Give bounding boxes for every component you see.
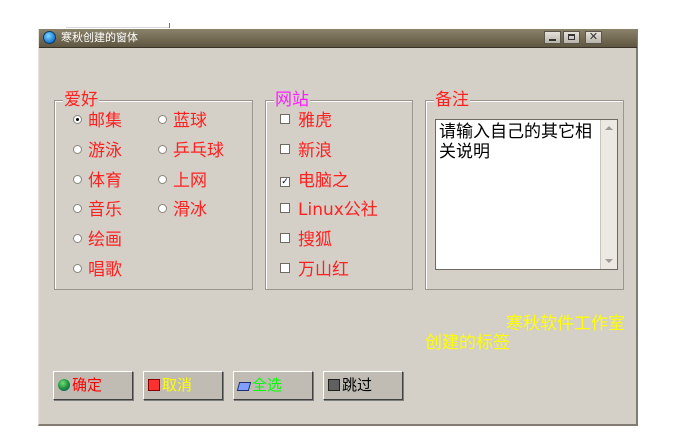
radio-label: 音乐 bbox=[88, 200, 122, 220]
minimize-button[interactable] bbox=[544, 31, 561, 44]
globe-icon bbox=[58, 379, 70, 391]
radio-icon bbox=[158, 175, 167, 184]
title-bar[interactable]: 寒秋创建的窗体 ✕ bbox=[39, 29, 637, 48]
checkbox-site-sohu[interactable]: 搜狐 bbox=[280, 230, 332, 250]
checkbox-icon bbox=[280, 233, 290, 243]
minimize-icon bbox=[549, 39, 556, 41]
select-all-label: 全选 bbox=[252, 376, 283, 394]
radio-hobby-sports[interactable]: 体育 bbox=[73, 171, 122, 191]
website-group-label: 网站 bbox=[274, 90, 310, 110]
card-icon bbox=[236, 382, 252, 391]
scroll-down-icon[interactable] bbox=[605, 259, 613, 263]
checkbox-label: 搜狐 bbox=[298, 230, 332, 250]
radio-hobby-swim[interactable]: 游泳 bbox=[73, 141, 122, 161]
radio-hobby-painting[interactable]: 绘画 bbox=[73, 230, 122, 250]
maximize-button[interactable] bbox=[563, 31, 580, 44]
radio-hobby-pingpong[interactable]: 乒乓球 bbox=[158, 141, 224, 161]
checkbox-site-wanshanhong[interactable]: 万山红 bbox=[280, 260, 349, 280]
skip-button[interactable]: 跳过 bbox=[323, 371, 403, 400]
radio-label: 游泳 bbox=[88, 141, 122, 161]
radio-icon bbox=[73, 264, 82, 273]
checkbox-site-pc[interactable]: ✓ 电脑之 bbox=[280, 171, 349, 191]
checkbox-label: 万山红 bbox=[298, 260, 349, 280]
studio-label: 寒秋软件工作室 创建的标签 bbox=[425, 315, 625, 353]
radio-hobby-singing[interactable]: 唱歌 bbox=[73, 260, 122, 280]
radio-label: 体育 bbox=[88, 171, 122, 191]
radio-hobby-music[interactable]: 音乐 bbox=[73, 200, 122, 220]
note-text: 请输入自己的其它相关说明 bbox=[439, 122, 592, 162]
cancel-label: 取消 bbox=[162, 376, 193, 394]
close-button[interactable]: ✕ bbox=[585, 30, 602, 44]
studio-label-line2: 创建的标签 bbox=[425, 333, 510, 353]
checkbox-icon bbox=[280, 203, 290, 213]
radio-hobby-skating[interactable]: 滑冰 bbox=[158, 200, 207, 220]
radio-icon bbox=[73, 175, 82, 184]
maximize-icon bbox=[568, 34, 575, 40]
ok-label: 确定 bbox=[72, 376, 103, 394]
select-all-button[interactable]: 全选 bbox=[233, 371, 313, 400]
note-scrollbar[interactable] bbox=[600, 120, 617, 269]
radio-label: 上网 bbox=[173, 171, 207, 191]
studio-label-line1: 寒秋软件工作室 bbox=[506, 314, 625, 334]
radio-hobby-basketball[interactable]: 蓝球 bbox=[158, 111, 207, 131]
top-tab-tick bbox=[169, 23, 170, 28]
radio-icon bbox=[73, 234, 82, 243]
radio-label: 邮集 bbox=[88, 111, 122, 131]
ok-button[interactable]: 确定 bbox=[53, 371, 133, 400]
note-textarea[interactable]: 请输入自己的其它相关说明 bbox=[435, 119, 618, 270]
radio-icon bbox=[73, 145, 82, 154]
radio-label: 唱歌 bbox=[88, 260, 122, 280]
radio-label: 蓝球 bbox=[173, 111, 207, 131]
radio-label: 绘画 bbox=[88, 230, 122, 250]
close-icon: ✕ bbox=[588, 30, 599, 43]
checkbox-icon bbox=[280, 263, 290, 273]
checkbox-label: 雅虎 bbox=[298, 111, 332, 131]
checkbox-label: 新浪 bbox=[298, 141, 332, 161]
radio-hobby-internet[interactable]: 上网 bbox=[158, 171, 207, 191]
radio-hobby-stamps[interactable]: 邮集 bbox=[73, 111, 122, 131]
power-icon bbox=[148, 379, 160, 391]
checkbox-icon bbox=[280, 144, 290, 154]
cancel-button[interactable]: 取消 bbox=[143, 371, 223, 400]
hobby-group-label: 爱好 bbox=[63, 90, 99, 110]
app-window: 寒秋创建的窗体 ✕ 爱好 邮集 游泳 体育 音乐 绘画 唱歌 蓝球 乒乓球 上网… bbox=[38, 29, 638, 426]
radio-icon bbox=[158, 145, 167, 154]
checkbox-label: Linux公社 bbox=[298, 200, 378, 220]
checkbox-label: 电脑之 bbox=[298, 171, 349, 191]
checkbox-site-linux[interactable]: Linux公社 bbox=[280, 200, 378, 220]
radio-icon bbox=[158, 115, 167, 124]
scroll-up-icon[interactable] bbox=[605, 126, 613, 130]
note-group-label: 备注 bbox=[434, 90, 470, 110]
skip-label: 跳过 bbox=[342, 376, 373, 394]
checkbox-checked-icon: ✓ bbox=[280, 177, 290, 187]
radio-icon bbox=[158, 204, 167, 213]
checkbox-icon bbox=[280, 114, 290, 124]
app-icon[interactable] bbox=[43, 31, 56, 44]
box-icon bbox=[328, 379, 340, 391]
radio-label: 滑冰 bbox=[173, 200, 207, 220]
top-tab-line bbox=[66, 27, 170, 28]
checkbox-site-yahoo[interactable]: 雅虎 bbox=[280, 111, 332, 131]
window-title: 寒秋创建的窗体 bbox=[61, 31, 138, 44]
radio-icon bbox=[73, 204, 82, 213]
radio-selected-icon bbox=[73, 115, 82, 124]
radio-label: 乒乓球 bbox=[173, 141, 224, 161]
checkbox-site-sina[interactable]: 新浪 bbox=[280, 141, 332, 161]
